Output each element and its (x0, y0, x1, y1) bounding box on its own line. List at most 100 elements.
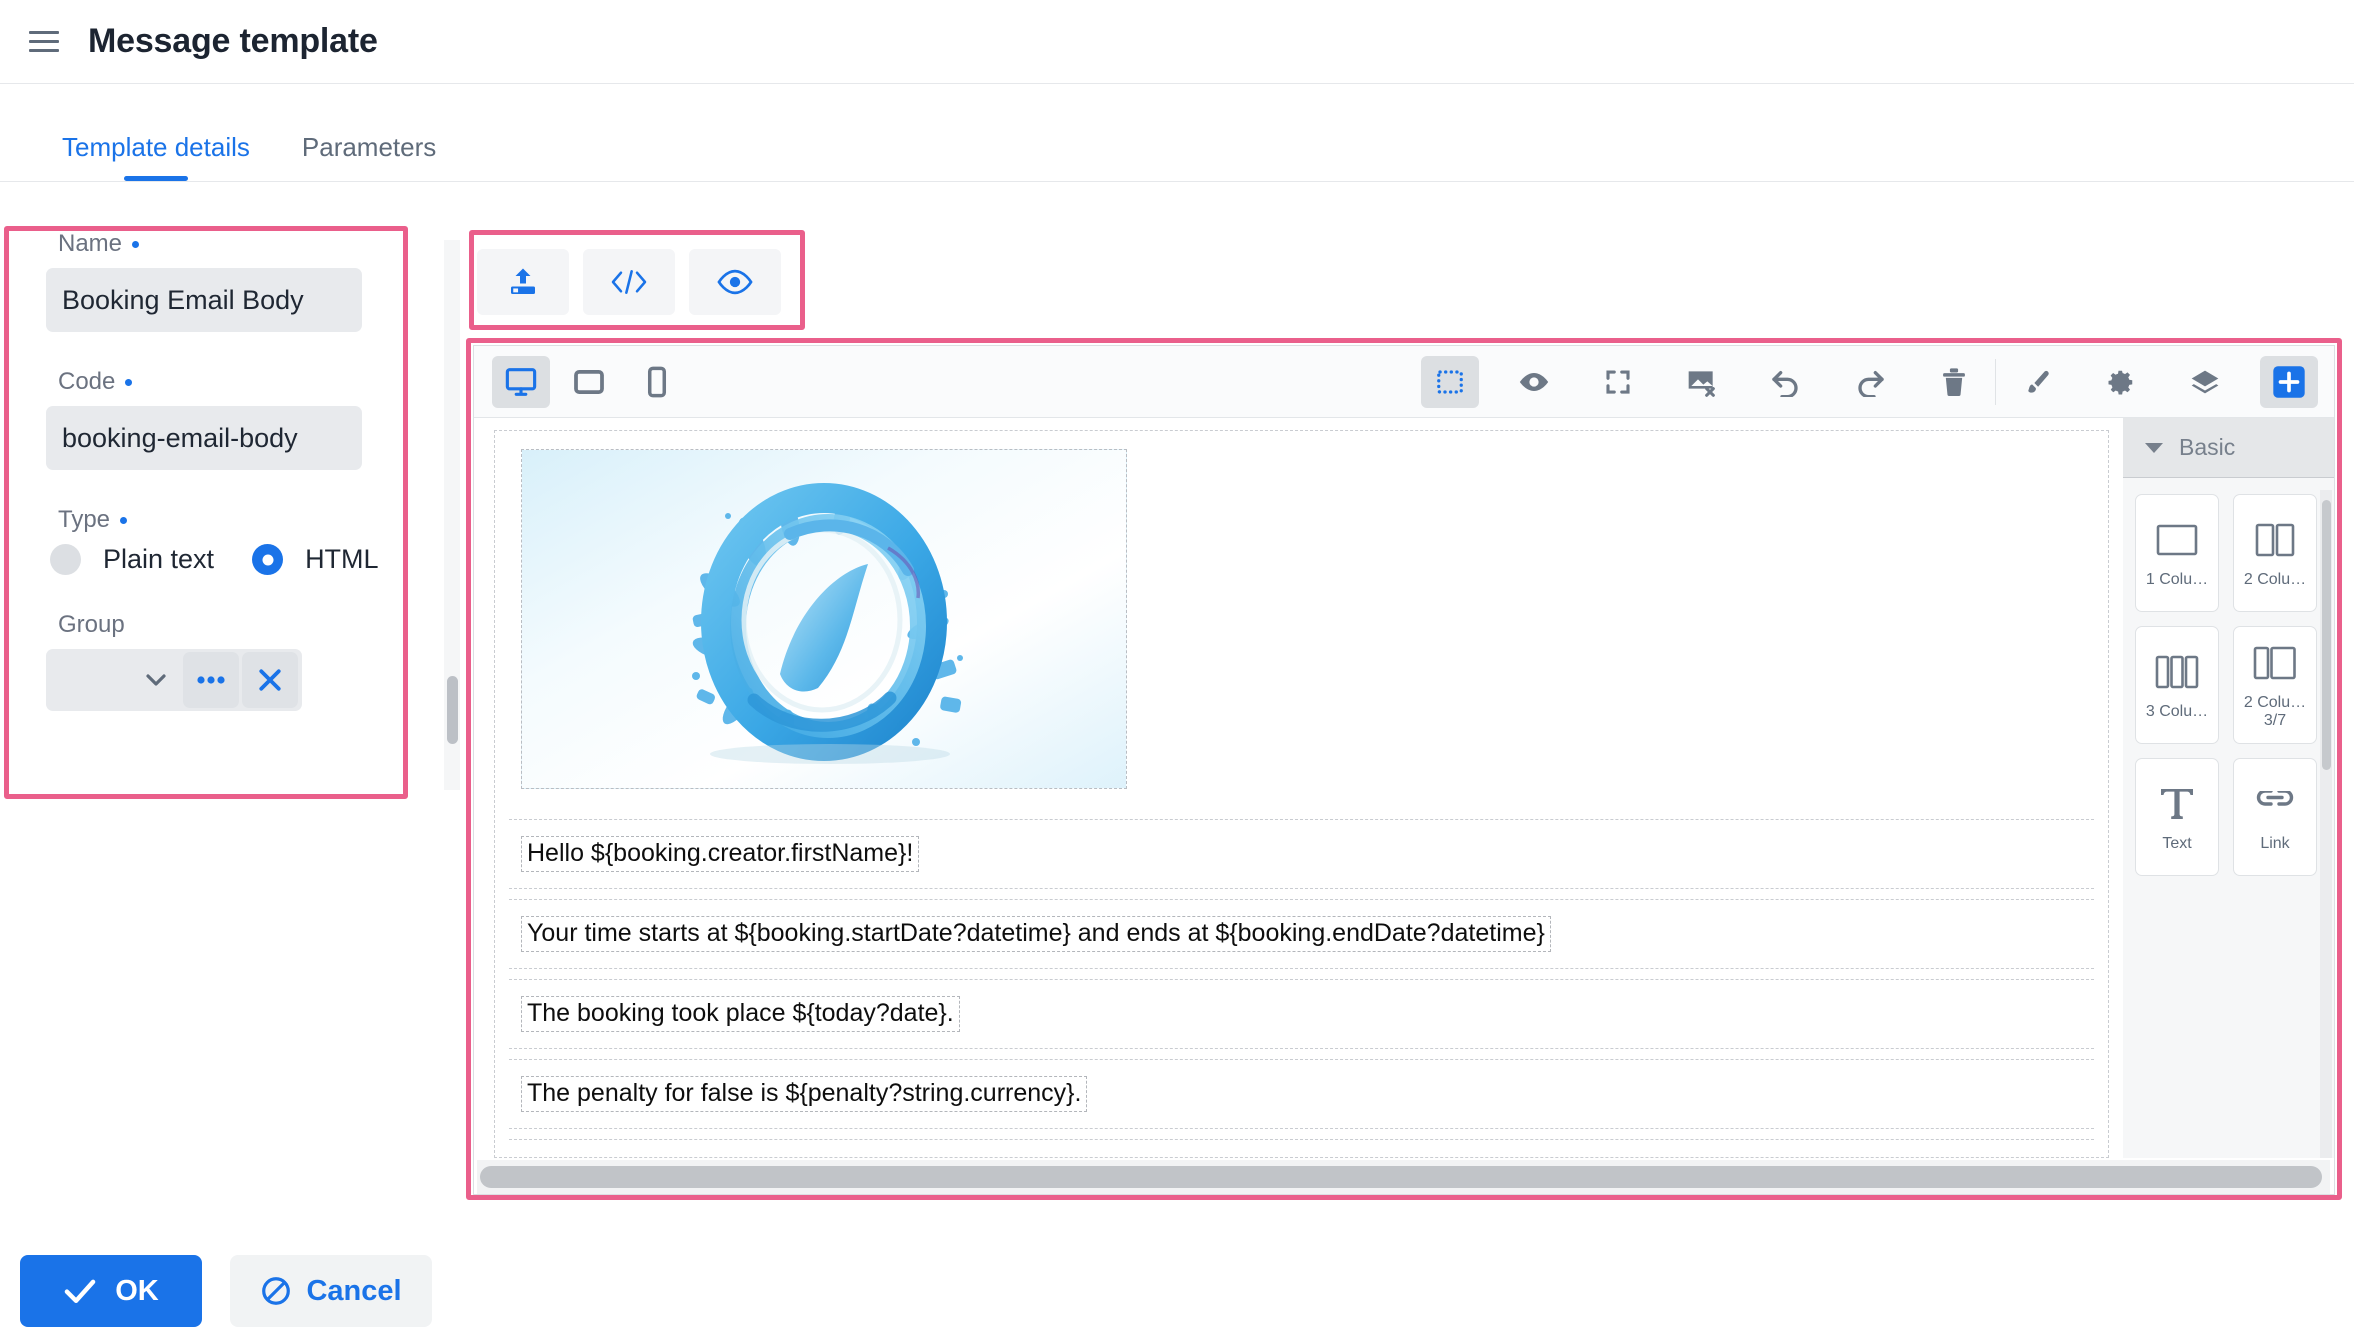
eye-icon (716, 267, 754, 297)
preview-button[interactable] (689, 249, 781, 315)
one-column-icon (2155, 517, 2199, 563)
blocks-section-header[interactable]: Basic (2123, 418, 2334, 478)
required-dot-icon (132, 240, 140, 248)
redo-arrow-icon (1854, 367, 1886, 397)
hero-image-block[interactable] (521, 449, 1127, 789)
name-field-label: Name (58, 230, 410, 258)
hamburger-menu-icon[interactable] (24, 22, 64, 62)
text-block-empty[interactable] (509, 1139, 2094, 1158)
cancel-button[interactable]: Cancel (230, 1255, 432, 1327)
code-input[interactable] (46, 406, 362, 470)
clear-images-button[interactable] (1673, 356, 1731, 408)
blocks-scrollbar-thumb[interactable] (2322, 500, 2331, 770)
mobile-icon (646, 366, 668, 398)
left-panel-scrollbar-thumb[interactable] (447, 676, 458, 744)
text-line[interactable]: The penalty for false is ${penalty?strin… (521, 1076, 1088, 1112)
undo-arrow-icon (1770, 367, 1802, 397)
block-1-column[interactable]: 1 Colu… (2135, 494, 2219, 612)
block-2-column[interactable]: 2 Colu… (2233, 494, 2317, 612)
ellipsis-icon[interactable] (183, 652, 239, 708)
close-x-icon[interactable] (242, 652, 298, 708)
editor-horizontal-scrollbar-thumb[interactable] (480, 1166, 2322, 1188)
editor-toolbar (474, 346, 2334, 418)
group-label-text: Group (58, 611, 125, 638)
fullscreen-icon (1603, 367, 1633, 397)
text-block[interactable]: The penalty for false is ${penalty?strin… (509, 1059, 2094, 1129)
text-line[interactable]: The booking took place ${today?date}. (521, 996, 960, 1032)
message-template-dialog: Message template Template details Parame… (0, 0, 2354, 1344)
block-label: 2 Colu… (2243, 570, 2307, 588)
source-code-button[interactable] (583, 249, 675, 315)
block-text[interactable]: Text (2135, 758, 2219, 876)
toggle-borders-button[interactable] (1421, 355, 1479, 408)
block-label: Text (2162, 834, 2192, 852)
type-radio-group: Plain text HTML (50, 544, 410, 575)
mobile-view-button[interactable] (628, 356, 686, 408)
code-label-text: Code (58, 368, 116, 395)
block-circle-icon (260, 1275, 292, 1307)
fullscreen-button[interactable] (1589, 356, 1647, 408)
dialog-footer: OK Cancel (0, 1245, 2354, 1344)
ok-button[interactable]: OK (20, 1255, 202, 1327)
name-input[interactable] (46, 268, 362, 332)
group-select[interactable] (46, 649, 302, 711)
paintbrush-icon (2022, 367, 2052, 397)
radio-plain-text[interactable] (50, 544, 81, 575)
link-chain-icon (2253, 781, 2297, 827)
check-icon (63, 1277, 97, 1305)
desktop-icon (504, 367, 538, 397)
template-details-form: Name Code Type Plain text HTML Group (10, 230, 410, 795)
chevron-down-icon[interactable] (129, 653, 183, 707)
email-canvas[interactable]: Hello ${booking.creator.firstName}! Your… (474, 418, 2124, 1158)
open-blocks-button[interactable] (2260, 355, 2318, 408)
tablet-view-button[interactable] (560, 356, 618, 408)
block-label: Link (2260, 834, 2290, 852)
blue-abstract-swirl-graphic (522, 450, 1126, 788)
eye-icon (1516, 369, 1552, 395)
tab-bar: Template details Parameters (0, 84, 2354, 182)
upload-button[interactable] (477, 249, 569, 315)
three-column-icon (2154, 649, 2200, 695)
app-header: Message template (0, 0, 2354, 84)
two-column-icon (2253, 517, 2297, 563)
radio-html[interactable] (252, 544, 284, 575)
text-block[interactable]: Your time starts at ${booking.startDate?… (509, 899, 2094, 969)
required-dot-icon (125, 378, 133, 386)
blocks-panel: Basic 1 Colu… 2 Colu… 3 Colu… 2 Colu… 3/… (2123, 418, 2334, 1158)
tab-template-details[interactable]: Template details (62, 132, 250, 181)
text-t-icon (2157, 781, 2197, 827)
upload-icon (505, 264, 541, 300)
style-manager-button[interactable] (2008, 356, 2066, 408)
desktop-view-button[interactable] (492, 355, 550, 408)
canvas-wrapper: Hello ${booking.creator.firstName}! Your… (494, 430, 2109, 1158)
block-2-column-3-7[interactable]: 2 Colu… 3/7 (2233, 626, 2317, 744)
gear-icon (2106, 367, 2136, 397)
delete-button[interactable] (1925, 356, 1983, 408)
name-label-text: Name (58, 230, 123, 257)
blocks-section-title: Basic (2179, 434, 2236, 460)
tab-parameters[interactable]: Parameters (302, 132, 436, 181)
block-3-column[interactable]: 3 Colu… (2135, 626, 2219, 744)
email-editor: Hello ${booking.creator.firstName}! Your… (473, 345, 2335, 1195)
text-line[interactable]: Your time starts at ${booking.startDate?… (521, 916, 1551, 952)
text-block[interactable]: Hello ${booking.creator.firstName}! (509, 819, 2094, 889)
block-link[interactable]: Link (2233, 758, 2317, 876)
editor-horizontal-scrollbar-track[interactable] (477, 1160, 2330, 1194)
redo-button[interactable] (1841, 356, 1899, 408)
type-label-text: Type (58, 506, 111, 533)
settings-button[interactable] (2092, 356, 2150, 408)
tablet-icon (573, 369, 605, 395)
undo-button[interactable] (1757, 356, 1815, 408)
template-actions-toolbar (477, 238, 795, 326)
preview-eye-button[interactable] (1505, 356, 1563, 408)
blocks-grid: 1 Colu… 2 Colu… 3 Colu… 2 Colu… 3/7 Text… (2123, 478, 2323, 876)
block-label: 2 Colu… 3/7 (2243, 693, 2307, 729)
radio-plain-text-label: Plain text (103, 544, 215, 574)
cancel-button-label: Cancel (306, 1274, 402, 1307)
toolbar-divider (1995, 358, 1996, 405)
layer-manager-button[interactable] (2176, 356, 2234, 408)
block-label: 1 Colu… (2145, 570, 2209, 588)
editor-panel-switcher (2008, 355, 2334, 408)
text-block[interactable]: The booking took place ${today?date}. (509, 979, 2094, 1049)
text-line[interactable]: Hello ${booking.creator.firstName}! (521, 836, 920, 872)
